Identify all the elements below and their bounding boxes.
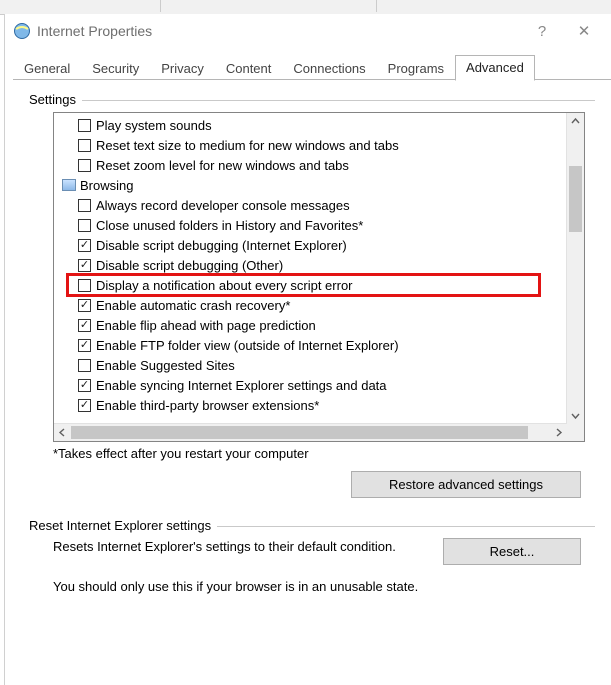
settings-item[interactable]: Enable syncing Internet Explorer setting… — [56, 375, 567, 395]
settings-item[interactable]: Display a notification about every scrip… — [56, 275, 567, 295]
settings-item-label: Disable script debugging (Other) — [96, 258, 283, 273]
restart-note: *Takes effect after you restart your com… — [53, 446, 585, 461]
settings-item-label: Play system sounds — [96, 118, 212, 133]
scroll-left-arrow[interactable] — [54, 424, 71, 441]
settings-checkbox[interactable] — [78, 239, 91, 252]
vertical-scroll-thumb[interactable] — [569, 166, 582, 232]
settings-item[interactable]: Reset text size to medium for new window… — [56, 135, 567, 155]
restore-advanced-settings-button[interactable]: Restore advanced settings — [351, 471, 581, 498]
vertical-scrollbar[interactable] — [566, 113, 584, 424]
settings-item-label: Enable FTP folder view (outside of Inter… — [96, 338, 399, 353]
tab-strip: GeneralSecurityPrivacyContentConnections… — [5, 54, 611, 80]
reset-group-label: Reset Internet Explorer settings — [29, 518, 217, 533]
internet-options-icon — [13, 22, 31, 40]
settings-group-label: Settings — [29, 92, 82, 107]
settings-checkbox[interactable] — [78, 359, 91, 372]
window-title: Internet Properties — [37, 23, 152, 39]
tab-security[interactable]: Security — [81, 56, 150, 81]
horizontal-scroll-thumb[interactable] — [71, 426, 528, 439]
settings-item[interactable]: Close unused folders in History and Favo… — [56, 215, 567, 235]
internet-properties-dialog: Internet Properties ? ✕ GeneralSecurityP… — [4, 14, 611, 685]
settings-checkbox[interactable] — [78, 319, 91, 332]
settings-checkbox[interactable] — [78, 259, 91, 272]
advanced-tab-panel: Settings Play system sounds Reset text si… — [5, 80, 611, 622]
horizontal-scrollbar[interactable] — [54, 423, 567, 441]
tab-privacy[interactable]: Privacy — [150, 56, 215, 81]
settings-item[interactable]: Play system sounds — [56, 115, 567, 135]
settings-item-label: Enable Suggested Sites — [96, 358, 235, 373]
settings-checkbox[interactable] — [78, 279, 91, 292]
settings-item-label: Display a notification about every scrip… — [96, 278, 353, 293]
settings-checkbox[interactable] — [78, 199, 91, 212]
settings-checkbox[interactable] — [78, 219, 91, 232]
settings-category: Browsing — [56, 175, 567, 195]
settings-item-label: Enable syncing Internet Explorer setting… — [96, 378, 387, 393]
external-window-strip — [0, 0, 611, 15]
settings-listbox[interactable]: Play system sounds Reset text size to med… — [53, 112, 585, 442]
settings-item[interactable]: Disable script debugging (Internet Explo… — [56, 235, 567, 255]
tab-connections[interactable]: Connections — [282, 56, 376, 81]
settings-item[interactable]: Enable automatic crash recovery* — [56, 295, 567, 315]
settings-item-label: Disable script debugging (Internet Explo… — [96, 238, 347, 253]
help-button[interactable]: ? — [521, 17, 563, 45]
tab-general[interactable]: General — [13, 56, 81, 81]
settings-item-label: Always record developer console messages — [96, 198, 350, 213]
settings-item[interactable]: Disable script debugging (Other) — [56, 255, 567, 275]
settings-checkbox[interactable] — [78, 119, 91, 132]
settings-item-label: Enable flip ahead with page prediction — [96, 318, 316, 333]
settings-item[interactable]: Enable Suggested Sites — [56, 355, 567, 375]
settings-item[interactable]: Enable third-party browser extensions* — [56, 395, 567, 415]
settings-checkbox[interactable] — [78, 299, 91, 312]
reset-group: Reset Internet Explorer settings Resets … — [29, 518, 595, 604]
scroll-up-arrow[interactable] — [567, 113, 584, 130]
tab-content[interactable]: Content — [215, 56, 283, 81]
category-icon — [62, 179, 76, 191]
settings-checkbox[interactable] — [78, 399, 91, 412]
scrollbar-corner — [567, 424, 584, 441]
close-button[interactable]: ✕ — [563, 17, 605, 45]
tab-advanced[interactable]: Advanced — [455, 55, 535, 81]
reset-description: Resets Internet Explorer's settings to t… — [53, 538, 419, 556]
settings-item-label: Reset zoom level for new windows and tab… — [96, 158, 349, 173]
settings-checkbox[interactable] — [78, 159, 91, 172]
settings-item[interactable]: Reset zoom level for new windows and tab… — [56, 155, 567, 175]
settings-item-label: Reset text size to medium for new window… — [96, 138, 399, 153]
settings-item[interactable]: Enable flip ahead with page prediction — [56, 315, 567, 335]
scroll-right-arrow[interactable] — [550, 424, 567, 441]
settings-item-label: Enable automatic crash recovery* — [96, 298, 290, 313]
settings-checkbox[interactable] — [78, 379, 91, 392]
reset-button[interactable]: Reset... — [443, 538, 581, 565]
settings-group: Settings Play system sounds Reset text si… — [29, 92, 595, 508]
tab-programs[interactable]: Programs — [377, 56, 455, 81]
settings-checkbox[interactable] — [78, 139, 91, 152]
settings-item[interactable]: Enable FTP folder view (outside of Inter… — [56, 335, 567, 355]
settings-item-label: Close unused folders in History and Favo… — [96, 218, 363, 233]
settings-item-label: Enable third-party browser extensions* — [96, 398, 319, 413]
settings-item[interactable]: Always record developer console messages — [56, 195, 567, 215]
scroll-down-arrow[interactable] — [567, 407, 584, 424]
titlebar: Internet Properties ? ✕ — [5, 14, 611, 48]
settings-checkbox[interactable] — [78, 339, 91, 352]
reset-warning: You should only use this if your browser… — [53, 579, 581, 594]
settings-category-label: Browsing — [80, 178, 133, 193]
